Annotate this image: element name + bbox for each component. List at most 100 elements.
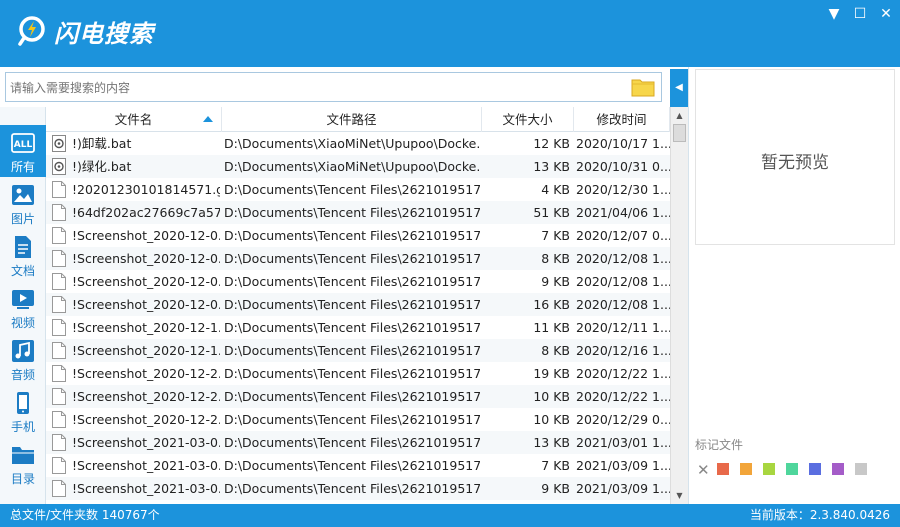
batch-file-icon [52, 135, 66, 152]
file-name: !Screenshot_2020-12-1... [72, 320, 220, 335]
modified-time: 2021/03/09 1... [576, 458, 670, 473]
scroll-up-icon[interactable]: ▲ [671, 107, 688, 124]
search-box [5, 72, 662, 102]
table-row[interactable]: !Screenshot_2020-12-0... D:\Documents\Ten… [46, 293, 670, 316]
folder-browse-icon[interactable] [631, 77, 655, 97]
svg-text:ALL: ALL [14, 140, 33, 150]
table-row[interactable]: !Screenshot_2020-12-1... D:\Documents\Ten… [46, 339, 670, 362]
table-row[interactable]: !Screenshot_2020-12-2... D:\Documents\Ten… [46, 362, 670, 385]
file-size: 13 KB [533, 159, 570, 174]
clear-mark-icon[interactable]: ✕ [697, 461, 710, 479]
minimize-button[interactable]: ▼ [824, 6, 844, 22]
file-icon [52, 342, 66, 359]
column-header-path[interactable]: 文件路径 [222, 107, 482, 132]
file-path: D:\Documents\Tencent Files\2621019517\..… [224, 182, 480, 197]
modified-time: 2021/03/01 1... [576, 435, 670, 450]
preview-box: 暂无预览 [695, 69, 895, 245]
mark-color-swatch[interactable] [786, 463, 798, 475]
table-row[interactable]: !20201230101814571.gi... D:\Documents\Ten… [46, 178, 670, 201]
file-name: !)卸载.bat [72, 136, 132, 151]
file-path: D:\Documents\Tencent Files\2621019517\..… [224, 228, 480, 243]
file-name: !)绿化.bat [72, 159, 132, 174]
table-row[interactable]: !64df202ac27669c7a57... D:\Documents\Tenc… [46, 201, 670, 224]
column-header-time[interactable]: 修改时间 [574, 107, 670, 132]
no-preview-text: 暂无预览 [761, 153, 829, 173]
file-path: D:\Documents\Tencent Files\2621019517\..… [224, 412, 480, 427]
file-icon [52, 480, 66, 497]
file-path: D:\Documents\Tencent Files\2621019517\..… [224, 481, 480, 496]
modified-time: 2020/10/31 0... [576, 159, 670, 174]
table-row[interactable]: !Screenshot_2020-12-1... D:\Documents\Ten… [46, 316, 670, 339]
file-name: !Screenshot_2020-12-2... [72, 389, 220, 404]
sidebar-item-audio[interactable]: 音频 [0, 333, 46, 385]
file-icon [52, 273, 66, 290]
modified-time: 2020/12/30 1... [576, 182, 670, 197]
main-area: ◀ ALL 所有 图片 文档 [0, 67, 900, 504]
file-size: 13 KB [533, 435, 570, 450]
table-header: 文件名 文件路径 文件大小 修改时间 [46, 107, 670, 132]
batch-file-icon [52, 158, 66, 175]
table-row[interactable]: !Screenshot_2020-12-0... D:\Documents\Ten… [46, 270, 670, 293]
modified-time: 2021/03/09 1... [576, 481, 670, 496]
sidebar-item-phone[interactable]: 手机 [0, 385, 46, 437]
mark-color-swatch[interactable] [717, 463, 729, 475]
file-path: D:\Documents\Tencent Files\2621019517\..… [224, 389, 480, 404]
column-header-size[interactable]: 文件大小 [482, 107, 574, 132]
table-row[interactable]: !Screenshot_2021-03-0... D:\Documents\Ten… [46, 477, 670, 500]
search-input[interactable] [10, 79, 610, 97]
file-name: !64df202ac27669c7a57... [72, 205, 220, 220]
category-sidebar: ALL 所有 图片 文档 视频 音频 手机 目录 [0, 107, 46, 504]
phone-icon [17, 392, 29, 414]
audio-icon [12, 340, 34, 362]
mark-color-swatch[interactable] [763, 463, 775, 475]
file-size: 51 KB [533, 205, 570, 220]
scroll-thumb[interactable] [673, 124, 686, 142]
sidebar-item-documents[interactable]: 文档 [0, 229, 46, 281]
collapse-preview-button[interactable]: ◀ [670, 69, 688, 107]
modified-time: 2020/12/08 1... [576, 297, 670, 312]
sidebar-item-videos[interactable]: 视频 [0, 281, 46, 333]
file-name: !Screenshot_2020-12-1... [72, 343, 220, 358]
file-path: D:\Documents\Tencent Files\2621019517\..… [224, 366, 480, 381]
table-row[interactable]: !)卸载.bat D:\Documents\XiaoMiNet\Upupoo\Do… [46, 132, 670, 155]
sidebar-item-images[interactable]: 图片 [0, 177, 46, 229]
all-icon: ALL [11, 133, 35, 153]
modified-time: 2020/12/22 1... [576, 389, 670, 404]
table-row[interactable]: !Screenshot_2021-03-0... D:\Documents\Ten… [46, 431, 670, 454]
scroll-down-icon[interactable]: ▼ [671, 487, 688, 504]
file-name: !Screenshot_2020-12-0... [72, 228, 220, 243]
sidebar-item-folders[interactable]: 目录 [0, 437, 46, 489]
table-row[interactable]: !Screenshot_2021-03-0... D:\Documents\Ten… [46, 454, 670, 477]
file-icon [52, 365, 66, 382]
mark-color-swatch[interactable] [740, 463, 752, 475]
table-row[interactable]: !Screenshot_2020-12-2... D:\Documents\Ten… [46, 385, 670, 408]
table-row[interactable]: !Screenshot_2020-12-0... D:\Documents\Ten… [46, 247, 670, 270]
mark-color-swatch[interactable] [832, 463, 844, 475]
file-size: 19 KB [533, 366, 570, 381]
version-status: 当前版本：2.3.840.0426 [749, 508, 890, 522]
vertical-scrollbar[interactable]: ▲ ▼ [670, 107, 688, 504]
preview-panel: 暂无预览 标记文件 ✕ [688, 67, 900, 504]
modified-time: 2020/12/22 1... [576, 366, 670, 381]
file-path: D:\Documents\Tencent Files\2621019517\..… [224, 274, 480, 289]
table-row[interactable]: !Screenshot_2020-12-2... D:\Documents\Ten… [46, 408, 670, 431]
sidebar-item-label: 手机 [10, 420, 35, 434]
file-path: D:\Documents\XiaoMiNet\Upupoo\Docke... [224, 136, 480, 151]
file-size: 9 KB [541, 274, 570, 289]
table-row[interactable]: !Screenshot_2020-12-0... D:\Documents\Ten… [46, 224, 670, 247]
maximize-button[interactable]: ☐ [850, 6, 870, 22]
sidebar-item-all[interactable]: ALL 所有 [0, 125, 46, 177]
file-size: 10 KB [533, 412, 570, 427]
column-header-name[interactable]: 文件名 [46, 107, 222, 132]
mark-color-swatch[interactable] [855, 463, 867, 475]
file-icon [52, 457, 66, 474]
title-bar: 闪电搜索 ▼ ☐ ✕ [0, 0, 900, 67]
table-row[interactable]: !)绿化.bat D:\Documents\XiaoMiNet\Upupoo\Do… [46, 155, 670, 178]
file-size: 7 KB [541, 228, 570, 243]
close-button[interactable]: ✕ [876, 6, 896, 22]
file-path: D:\Documents\Tencent Files\2621019517\..… [224, 435, 480, 450]
file-size: 7 KB [541, 458, 570, 473]
modified-time: 2020/12/07 0... [576, 228, 670, 243]
mark-color-swatch[interactable] [809, 463, 821, 475]
modified-time: 2020/12/16 1... [576, 343, 670, 358]
